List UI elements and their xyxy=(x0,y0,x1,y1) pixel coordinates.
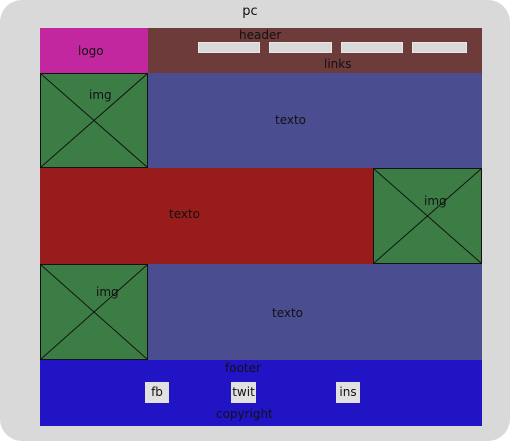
row-1-text-label: texto xyxy=(275,113,307,127)
row-2-text-panel: texto xyxy=(40,168,373,264)
row-3-image-label: img xyxy=(96,285,119,299)
nav-link-placeholder-3[interactable] xyxy=(341,42,403,53)
footer-block: footer fb twit ins copyright xyxy=(40,360,482,426)
frame-label: pc xyxy=(242,4,258,19)
nav-link-placeholder-2[interactable] xyxy=(269,42,332,53)
row-2-image-label: img xyxy=(424,194,447,208)
image-placeholder-x-icon xyxy=(41,265,147,359)
header-block: header links xyxy=(148,28,482,73)
header-label: header xyxy=(239,28,282,42)
footer-label: footer xyxy=(225,361,261,375)
nav-link-placeholder-4[interactable] xyxy=(412,42,467,53)
image-placeholder-x-icon xyxy=(374,169,481,263)
row-3-text-panel: texto xyxy=(148,264,482,360)
fb-button[interactable]: fb xyxy=(145,382,169,403)
row-3-text-label: texto xyxy=(272,306,304,320)
copyright-label: copyright xyxy=(216,407,273,421)
row-3-image-placeholder: img xyxy=(40,264,148,360)
row-1-image-label: img xyxy=(89,88,112,102)
ins-button[interactable]: ins xyxy=(336,382,360,403)
nav-link-placeholder-1[interactable] xyxy=(198,42,260,53)
links-label: links xyxy=(324,57,352,71)
twit-button[interactable]: twit xyxy=(231,382,256,403)
logo-block[interactable]: logo xyxy=(40,28,148,73)
row-2-image-placeholder: img xyxy=(373,168,482,264)
row-2-text-label: texto xyxy=(169,207,201,221)
row-1-image-placeholder: img xyxy=(40,73,148,168)
pc-wireframe-frame: pc logo header links img texto texto img xyxy=(0,0,510,441)
row-1-text-panel: texto xyxy=(148,73,482,168)
logo-label: logo xyxy=(78,44,104,58)
